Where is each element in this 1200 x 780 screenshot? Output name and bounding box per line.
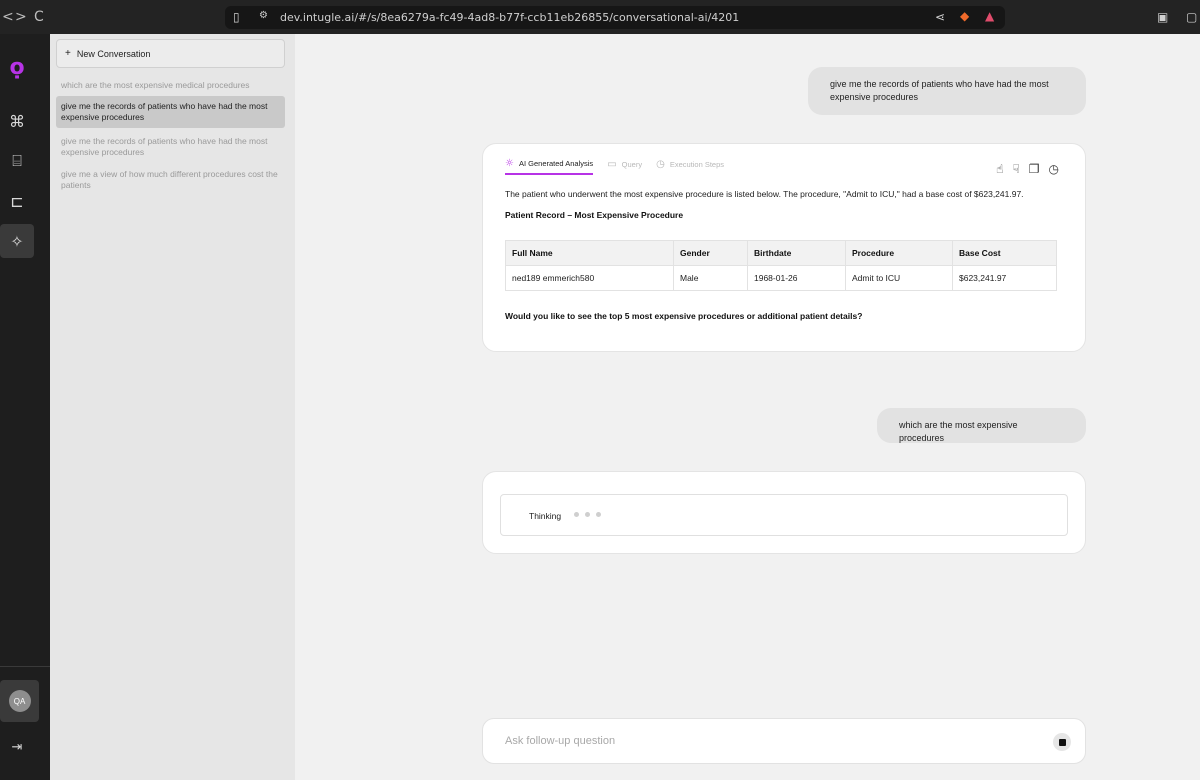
hierarchy-icon[interactable]: ⊏ — [0, 184, 34, 218]
table-cell: 1968-01-26 — [747, 265, 846, 291]
copy-icon[interactable]: ❐ — [1029, 162, 1040, 176]
table-row: ned189 emmerich580 Male 1968-01-26 Admit… — [505, 265, 1057, 291]
stop-button[interactable] — [1053, 733, 1071, 751]
thinking-indicator: Thinking — [500, 494, 1068, 536]
history-icon[interactable]: ◷ — [1049, 162, 1059, 176]
table-cell: Admit to ICU — [845, 265, 953, 291]
column-header: Gender — [673, 240, 748, 266]
avatar: QA — [8, 690, 31, 712]
thinking-label: Thinking — [529, 511, 562, 521]
tab-execution-steps[interactable]: ◷ Execution Steps — [656, 159, 724, 174]
response-summary: The patient who underwent the most expen… — [505, 189, 1024, 199]
history-item-active[interactable]: give me the records of patients who have… — [56, 96, 285, 128]
user-message: give me the records of patients who have… — [808, 67, 1086, 115]
tab-label: Execution Steps — [669, 160, 725, 169]
screenshot-icon[interactable]: ▣ — [1157, 10, 1168, 24]
tab-ai-generated-analysis[interactable]: ☼ AI Generated Analysis — [505, 158, 594, 175]
history-item[interactable]: give me a view of how much different pro… — [56, 169, 285, 191]
app-rail: ọ ⌘ ⌸ ⊏ ✧ QA ⇥ — [0, 34, 50, 780]
history-sidebar: + New Conversation which are the most ex… — [50, 34, 295, 780]
chat-area: give me the records of patients who have… — [295, 34, 1200, 780]
thumbs-up-icon[interactable]: ☝ — [996, 162, 1003, 176]
ai-response-card: ☼ AI Generated Analysis ▭ Query ◷ Execut… — [482, 143, 1086, 352]
brave-rewards-icon[interactable]: ▲ — [985, 9, 994, 23]
user-message: which are the most expensive procedures — [877, 408, 1086, 443]
ai-sparkle-icon[interactable]: ✧ — [0, 224, 34, 258]
response-tabs: ☼ AI Generated Analysis ▭ Query ◷ Execut… — [505, 158, 738, 175]
column-header: Base Cost — [952, 240, 1057, 266]
loading-dot — [574, 512, 579, 517]
loading-dot — [585, 512, 590, 517]
response-actions: ☝ ☟ ❐ ◷ — [987, 162, 1059, 176]
table-cell: Male — [673, 265, 748, 291]
collapse-icon[interactable]: ⇥ — [0, 730, 34, 764]
forward-button[interactable]: > — [15, 9, 27, 25]
history-item[interactable]: give me the records of patients who have… — [56, 136, 285, 158]
rail-divider — [0, 666, 50, 667]
column-header: Birthdate — [747, 240, 846, 266]
terminal-icon: ▭ — [607, 159, 617, 170]
plus-icon: + — [65, 48, 71, 59]
url-text[interactable]: dev.intugle.ai/#/s/8ea6279a-fc49-4ad8-b7… — [280, 11, 739, 24]
data-icon[interactable]: ⌸ — [0, 144, 34, 178]
tab-label: Query — [621, 160, 643, 169]
column-header: Full Name — [505, 240, 674, 266]
lightbulb-icon: ☼ — [505, 158, 514, 169]
browser-toolbar: < > C ▯ ⚙ dev.intugle.ai/#/s/8ea6279a-fc… — [0, 0, 1200, 34]
stop-icon — [1058, 738, 1066, 746]
new-conversation-label: New Conversation — [76, 48, 151, 59]
records-table: Full Name Gender Birthdate Procedure Bas… — [505, 240, 1057, 291]
table-cell: $623,241.97 — [952, 265, 1057, 291]
column-header: Procedure — [845, 240, 953, 266]
new-conversation-button[interactable]: + New Conversation — [56, 39, 285, 68]
loading-dot — [596, 512, 601, 517]
dashboard-icon[interactable]: ⌘ — [0, 104, 34, 138]
record-title: Patient Record – Most Expensive Procedur… — [505, 210, 684, 220]
tab-query[interactable]: ▭ Query — [607, 159, 642, 174]
bookmark-icon[interactable]: ▯ — [233, 10, 240, 24]
user-menu[interactable]: QA — [0, 680, 39, 722]
history-item[interactable]: which are the most expensive medical pro… — [56, 80, 285, 91]
share-icon[interactable]: ⋖ — [935, 10, 945, 24]
ai-thinking-card: Thinking — [482, 471, 1086, 554]
sidebar-toggle-icon[interactable]: ▢ — [1186, 10, 1197, 24]
follow-up-input[interactable]: Ask follow-up question — [482, 718, 1086, 764]
follow-up-question: Would you like to see the top 5 most exp… — [505, 311, 863, 321]
back-button[interactable]: < — [2, 9, 14, 25]
clock-icon: ◷ — [656, 159, 665, 170]
thumbs-down-icon[interactable]: ☟ — [1012, 162, 1019, 176]
site-info-icon[interactable]: ⚙ — [259, 10, 268, 21]
follow-up-placeholder[interactable]: Ask follow-up question — [505, 735, 615, 747]
table-cell: ned189 emmerich580 — [505, 265, 674, 291]
table-header-row: Full Name Gender Birthdate Procedure Bas… — [505, 240, 1057, 266]
brave-shield-icon[interactable]: ◆ — [960, 9, 969, 23]
logo-icon: ọ — [9, 54, 25, 80]
tab-label: AI Generated Analysis — [518, 159, 594, 168]
reload-button[interactable]: C — [34, 9, 44, 25]
